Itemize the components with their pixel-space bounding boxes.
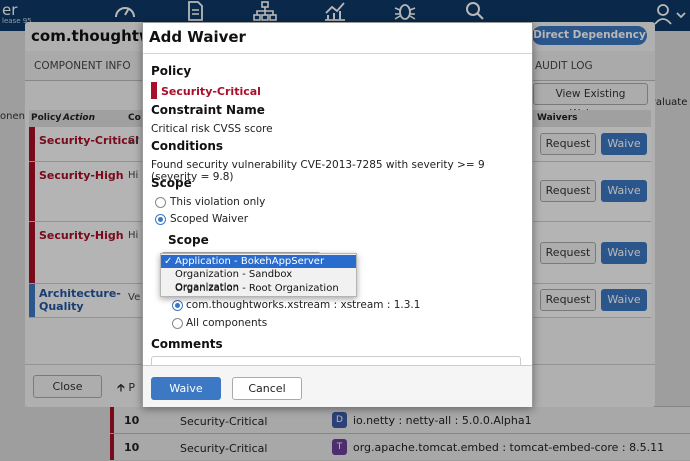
severity-bar <box>110 434 114 460</box>
search-icon[interactable] <box>462 1 488 21</box>
cancel-button[interactable]: Cancel <box>232 377 302 400</box>
policy-label: Security-Critical <box>39 134 139 147</box>
dropdown-option-sandbox-org[interactable]: Organization - Sandbox Organization <box>161 268 356 293</box>
conditions-heading: Conditions <box>151 139 224 153</box>
constraint-cut: Hi <box>128 230 139 241</box>
constraint-value: Critical risk CVSS score <box>151 123 273 135</box>
policy-label: Security-High <box>39 229 124 242</box>
policy-value: Security-Critical <box>161 85 261 98</box>
radio-scoped-waiver[interactable] <box>155 214 166 225</box>
title-divider <box>143 53 532 54</box>
request-waiver-button[interactable]: Request <box>540 133 596 155</box>
bug-icon[interactable] <box>392 1 418 21</box>
checkmark-icon: ✓ <box>164 256 173 267</box>
scope-heading: Scope <box>151 176 192 190</box>
waive-submit-button[interactable]: Waive <box>151 377 221 400</box>
constraint-heading: Constraint Name <box>151 103 265 117</box>
dialog-title: Add Waiver <box>149 28 246 46</box>
chart-icon[interactable] <box>322 1 348 21</box>
policy-severity-bar <box>151 82 157 99</box>
scope-sub-heading: Scope <box>168 233 209 247</box>
direct-dependency-badge: Direct Dependency <box>532 26 647 45</box>
action-header: Action <box>63 113 96 123</box>
policy-heading: Policy <box>151 64 192 78</box>
policy-action-header: Policy / Action Co <box>29 110 144 127</box>
policy-label: Architecture- Quality <box>39 287 121 313</box>
view-existing-waivers-button[interactable]: View Existing Waivers <box>533 83 648 120</box>
waive-button[interactable]: Waive <box>601 180 647 202</box>
dropdown-option-root-org[interactable]: Organization - Root Organization <box>161 282 356 295</box>
radio-label: Scoped Waiver <box>170 213 249 225</box>
bg-cut-column: onen <box>0 111 25 122</box>
waive-button[interactable]: Waive <box>601 133 647 155</box>
component-coordinate[interactable]: org.apache.tomcat.embed : tomcat-embed-c… <box>353 441 664 454</box>
dropdown-option-application[interactable]: ✓ Application - BokehAppServer <box>161 255 356 268</box>
request-waiver-button[interactable]: Request <box>540 289 596 311</box>
bg-violations-table: 10 Security-Critical D io.netty : netty-… <box>110 406 690 460</box>
severity-bar <box>29 284 35 317</box>
severity-label: Security-Critical <box>180 442 268 455</box>
radio-all-components[interactable] <box>172 318 183 329</box>
tab-audit-log[interactable]: AUDIT LOG <box>535 60 593 72</box>
radio-this-violation[interactable] <box>155 197 166 208</box>
tab-component-info[interactable]: COMPONENT INFO <box>34 60 131 72</box>
dependency-badge: T <box>332 439 347 455</box>
table-row[interactable]: 10 Security-Critical D io.netty : netty-… <box>110 406 690 433</box>
policy-header: Policy <box>31 113 62 123</box>
request-waiver-button[interactable]: Request <box>540 242 596 264</box>
constraint-cut: Hi <box>128 170 139 181</box>
severity-label: Security-Critical <box>180 415 268 428</box>
radio-label: All components <box>186 317 268 329</box>
close-button[interactable]: Close <box>33 375 102 398</box>
table-row[interactable]: 10 Security-Critical T org.apache.tomcat… <box>110 433 690 460</box>
radio-label: This violation only <box>170 196 266 208</box>
severity-bar <box>110 407 114 433</box>
add-waiver-dialog: Add Waiver Policy Security-Critical Cons… <box>142 22 533 407</box>
constraint-header-cut: Co <box>128 113 141 123</box>
comments-heading: Comments <box>151 337 223 351</box>
arrow-up-icon: 🡱 <box>117 381 125 394</box>
waive-button[interactable]: Waive <box>601 242 647 264</box>
constraint-cut: Ve <box>128 292 141 303</box>
violation-count: 10 <box>124 441 140 454</box>
severity-bar <box>29 127 35 161</box>
component-coordinate[interactable]: io.netty : netty-all : 5.0.0.Alpha1 <box>353 414 532 427</box>
radio-component-specific[interactable] <box>172 300 183 311</box>
severity-bar <box>29 222 35 283</box>
violation-count: 10 <box>124 414 140 427</box>
severity-bar <box>29 162 35 221</box>
constraint-cut: Cr <box>128 135 140 146</box>
document-icon[interactable] <box>182 1 208 21</box>
waivers-header: Waivers <box>533 110 651 127</box>
radio-label: com.thoughtworks.xstream : xstream : 1.3… <box>186 299 421 311</box>
request-waiver-button[interactable]: Request <box>540 180 596 202</box>
waive-button[interactable]: Waive <box>601 289 647 311</box>
conditions-value: Found security vulnerability CVE-2013-72… <box>151 159 485 183</box>
dependency-badge: D <box>332 412 347 428</box>
hierarchy-icon[interactable] <box>252 1 278 21</box>
scope-dropdown-list: ✓ Application - BokehAppServer Organizat… <box>160 253 357 297</box>
policy-label: Security-High <box>39 169 124 182</box>
bg-evaluate-text: valuate <box>650 97 688 108</box>
user-icon[interactable] <box>653 3 687 25</box>
dialog-footer: Waive Cancel <box>143 365 532 407</box>
previous-link[interactable]: 🡱 P <box>117 379 135 398</box>
dashboard-icon[interactable] <box>112 1 138 21</box>
